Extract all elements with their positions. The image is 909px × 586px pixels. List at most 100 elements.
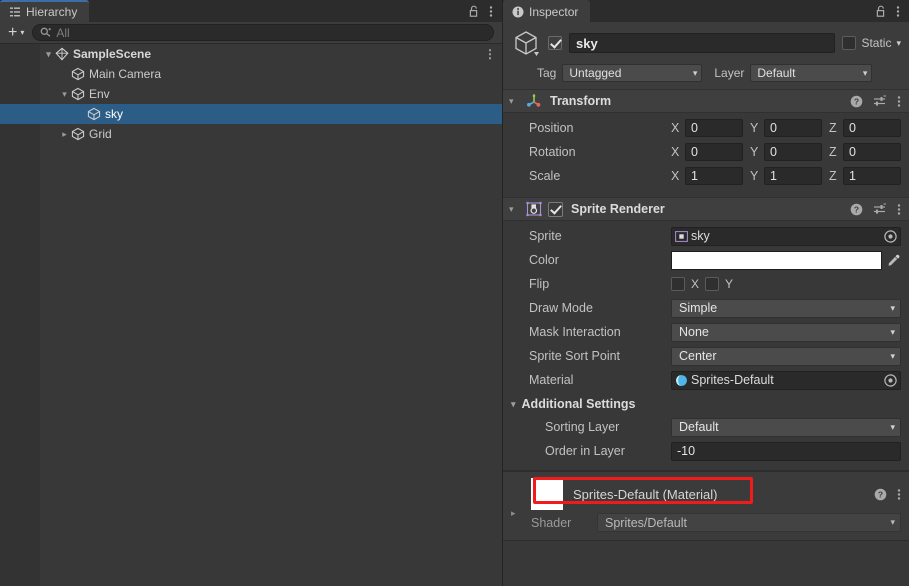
foldout-arrow-icon[interactable]: ▾: [58, 89, 71, 99]
kebab-menu-icon[interactable]: [897, 488, 901, 501]
static-control[interactable]: Static ▾: [842, 36, 901, 50]
material-value: Sprites-Default: [691, 373, 774, 387]
preset-slider-icon[interactable]: [873, 203, 887, 216]
gameobject-cube-icon: [71, 127, 85, 141]
transform-position-y-input[interactable]: 0: [764, 119, 822, 137]
sprite-property-row: Sprite sky: [511, 226, 901, 246]
axis-label-z: Z: [829, 169, 837, 183]
transform-position-x-input[interactable]: 0: [685, 119, 743, 137]
sorting-layer-label: Sorting Layer: [545, 420, 620, 434]
order-in-layer-input[interactable]: -10: [671, 441, 901, 461]
sprite-asset-icon: [675, 230, 688, 243]
foldout-arrow-icon[interactable]: ▾: [42, 49, 55, 59]
transform-gizmo-icon: [526, 93, 542, 109]
info-icon: [512, 6, 524, 18]
hierarchy-search-input[interactable]: All: [32, 24, 494, 41]
create-gameobject-button[interactable]: + ▾: [4, 24, 28, 41]
transform-rotation-x-input[interactable]: 0: [685, 143, 743, 161]
tab-inspector[interactable]: Inspector: [503, 0, 591, 22]
foldout-arrow-icon[interactable]: ▸: [58, 129, 71, 139]
axis-label-y: Y: [750, 121, 759, 135]
tab-hierarchy[interactable]: Hierarchy: [0, 0, 90, 22]
color-label: Color: [529, 253, 559, 267]
gameobject-header: sky Static ▾ Tag Untagged ▾ Layer Defaul…: [503, 22, 909, 89]
hierarchy-row-samplescene[interactable]: ▾ SampleScene ⋮: [0, 44, 502, 64]
kebab-menu-icon[interactable]: ⋮: [484, 47, 496, 61]
flip-y-checkbox[interactable]: [705, 277, 720, 291]
chevron-down-icon[interactable]: ▾: [896, 38, 901, 49]
shader-label: Shader: [531, 515, 572, 530]
draw-mode-property-row: Draw Mode Simple ▾: [511, 298, 901, 318]
sprite-renderer-component-header[interactable]: ▾ Sprite Renderer ?: [503, 197, 909, 221]
object-picker-icon[interactable]: [883, 229, 898, 244]
layer-dropdown[interactable]: Default ▾: [750, 64, 873, 82]
chevron-down-icon: ▾: [890, 517, 895, 527]
draw-mode-value: Simple: [679, 301, 718, 315]
foldout-arrow-icon[interactable]: ▾: [509, 96, 520, 107]
transform-component-header[interactable]: ▾ Transform ?: [503, 89, 909, 113]
kebab-menu-icon[interactable]: [897, 203, 901, 216]
inspector-panel: Inspector sky Static ▾ Tag Untagged ▾ La…: [503, 0, 909, 586]
hierarchy-row-label: SampleScene: [73, 47, 152, 61]
sprite-sort-point-dropdown[interactable]: Center ▾: [671, 346, 901, 366]
transform-position-label: Position: [529, 121, 574, 135]
help-icon[interactable]: ?: [850, 95, 863, 108]
transform-rotation-y-input[interactable]: 0: [764, 143, 822, 161]
help-icon[interactable]: ?: [874, 488, 887, 501]
hierarchy-row-sky[interactable]: sky: [0, 104, 502, 124]
sorting-layer-value: Default: [679, 420, 719, 434]
mask-interaction-dropdown[interactable]: None ▾: [671, 322, 901, 342]
color-swatch-field[interactable]: [671, 250, 882, 270]
tag-dropdown[interactable]: Untagged ▾: [562, 64, 703, 82]
hierarchy-row-grid[interactable]: ▸ Grid: [0, 124, 502, 144]
transform-scale-y-input[interactable]: 1: [764, 167, 822, 185]
material-block-title: Sprites-Default (Material): [573, 486, 718, 502]
flip-x-checkbox[interactable]: [671, 277, 685, 291]
gameobject-enabled-checkbox[interactable]: [548, 36, 562, 50]
kebab-menu-icon[interactable]: [896, 5, 900, 18]
inspector-tabbar-actions: [875, 0, 909, 22]
hierarchy-row-main-camera[interactable]: Main Camera: [0, 64, 502, 84]
hierarchy-search-placeholder: All: [56, 25, 70, 40]
material-preview-swatch: [531, 478, 563, 510]
material-foldout-arrow-icon[interactable]: ▸: [511, 508, 516, 519]
mask-interaction-label: Mask Interaction: [529, 325, 621, 339]
sprite-renderer-enabled-checkbox[interactable]: [548, 201, 563, 217]
sorting-layer-property-row: Sorting Layer Default ▾: [511, 417, 901, 437]
transform-scale-z-input[interactable]: 1: [843, 167, 901, 185]
transform-rotation-label: Rotation: [529, 145, 576, 159]
transform-position-z-input[interactable]: 0: [843, 119, 901, 137]
flip-x-label: X: [691, 277, 700, 291]
gameobject-cube-icon: [71, 87, 85, 101]
material-label: Material: [529, 373, 574, 387]
object-picker-icon[interactable]: [883, 373, 898, 388]
sorting-layer-dropdown[interactable]: Default ▾: [671, 417, 901, 437]
axis-label-x: X: [671, 145, 680, 159]
sprite-value: sky: [691, 229, 710, 243]
material-object-field[interactable]: Sprites-Default: [671, 370, 901, 390]
transform-scale-x-input[interactable]: 1: [685, 167, 743, 185]
lock-open-icon[interactable]: [468, 5, 480, 18]
search-icon: [40, 27, 52, 38]
preset-slider-icon[interactable]: [873, 95, 887, 108]
mask-interaction-property-row: Mask Interaction None ▾: [511, 322, 901, 342]
additional-settings-foldout[interactable]: ▾ Additional Settings: [511, 394, 901, 414]
help-icon[interactable]: ?: [850, 203, 863, 216]
chevron-down-icon: ▾: [890, 421, 895, 432]
transform-scale-row: Scale X 1 Y 1 Z 1: [511, 166, 901, 186]
eyedropper-icon[interactable]: [886, 253, 901, 268]
lock-open-icon[interactable]: [875, 5, 887, 18]
draw-mode-dropdown[interactable]: Simple ▾: [671, 298, 901, 318]
axis-label-x: X: [671, 169, 680, 183]
foldout-arrow-icon[interactable]: ▾: [509, 204, 520, 215]
static-checkbox[interactable]: [842, 36, 857, 50]
transform-rotation-z-input[interactable]: 0: [843, 143, 901, 161]
hierarchy-row-env[interactable]: ▾ Env: [0, 84, 502, 104]
kebab-menu-icon[interactable]: [489, 5, 493, 18]
hierarchy-row-label: Env: [89, 87, 110, 101]
sprite-object-field[interactable]: sky: [671, 226, 901, 246]
shader-dropdown[interactable]: Sprites/Default ▾: [597, 513, 901, 532]
kebab-menu-icon[interactable]: [897, 95, 901, 108]
axis-label-z: Z: [829, 121, 837, 135]
gameobject-name-input[interactable]: sky: [569, 33, 836, 53]
